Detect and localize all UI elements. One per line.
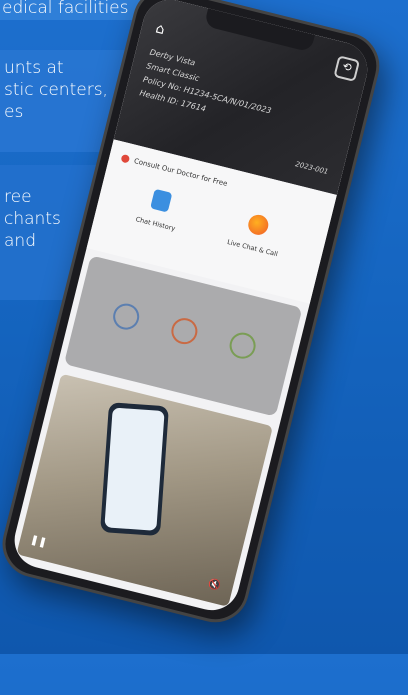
step-icon <box>168 315 201 347</box>
live-chat-label: Live Chat & Call <box>226 237 279 259</box>
background-text: unts at <box>4 58 64 78</box>
live-chat-button[interactable]: Live Chat & Call <box>218 207 295 261</box>
chat-history-label: Chat History <box>134 215 177 233</box>
doctor-icon <box>120 153 131 164</box>
pause-icon[interactable]: ❚❚ <box>29 534 48 549</box>
background-text: and <box>4 231 36 251</box>
chat-history-button[interactable]: Chat History <box>121 182 198 236</box>
background-text: es <box>4 102 24 122</box>
phone-in-hand-image <box>100 402 169 537</box>
chat-history-icon <box>150 188 173 213</box>
background-text: ree <box>4 187 32 207</box>
company-logo-icon: ⌂ <box>153 20 167 39</box>
step-icon <box>110 300 142 333</box>
card-number: 2023-001 <box>294 160 330 177</box>
promo-video[interactable]: ❚❚ 🔇 <box>16 373 273 607</box>
mute-icon[interactable]: 🔇 <box>207 579 222 593</box>
live-chat-icon <box>246 212 271 237</box>
step-icon <box>226 329 259 362</box>
logout-icon[interactable]: ⟲ <box>333 55 361 82</box>
